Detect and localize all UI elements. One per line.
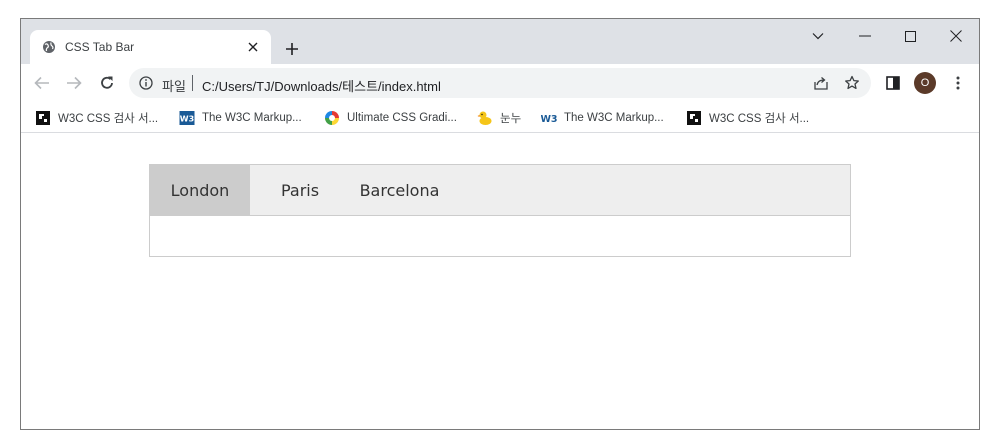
tab-bar-container: London Paris Barcelona (149, 164, 851, 257)
reload-icon[interactable] (96, 72, 118, 94)
bookmark-item[interactable]: W3C CSS 검사 서... (35, 109, 158, 127)
globe-icon (42, 40, 56, 54)
duck-icon (477, 110, 493, 126)
maximize-icon[interactable] (895, 25, 925, 47)
browser-window: CSS Tab Bar 파일 C:/Users/TJ/Downloads/테스트… (20, 18, 980, 430)
svg-text:W3: W3 (541, 114, 557, 125)
bookmark-item[interactable]: Ultimate CSS Gradi... (324, 109, 457, 127)
chevron-down-icon[interactable] (803, 25, 833, 47)
url-scheme-label: 파일 (162, 79, 186, 94)
bookmark-label: The W3C Markup... (564, 112, 664, 124)
forward-icon[interactable] (63, 72, 85, 94)
bookmark-label: The W3C Markup... (202, 112, 302, 124)
page-content: London Paris Barcelona (21, 134, 979, 429)
back-icon[interactable] (31, 72, 53, 94)
bookmark-item[interactable]: 눈누 (477, 109, 521, 127)
url-text[interactable]: C:/Users/TJ/Downloads/테스트/index.html (202, 76, 441, 95)
tab-strip: CSS Tab Bar (21, 19, 979, 64)
color-wheel-icon (324, 110, 340, 126)
bookmark-star-icon[interactable] (842, 73, 862, 93)
url-divider (192, 75, 193, 91)
new-tab-icon[interactable] (281, 38, 303, 60)
side-panel-icon[interactable] (882, 72, 904, 94)
close-tab-icon[interactable] (244, 38, 262, 56)
tab-title: CSS Tab Bar (65, 40, 135, 54)
puzzle-icon (686, 110, 702, 126)
puzzle-icon (35, 110, 51, 126)
info-icon[interactable] (139, 76, 153, 90)
bookmark-label: Ultimate CSS Gradi... (347, 112, 457, 124)
bookmark-label: W3C CSS 검사 서... (709, 113, 810, 125)
tab-barcelona[interactable]: Barcelona (346, 165, 453, 215)
tab-london[interactable]: London (150, 165, 250, 215)
w3c-icon: W3 (179, 110, 195, 126)
tab-paris[interactable]: Paris (250, 165, 350, 215)
address-bar[interactable]: 파일 C:/Users/TJ/Downloads/테스트/index.html (129, 68, 871, 98)
share-icon[interactable] (811, 73, 831, 93)
bookmark-item[interactable]: W3 The W3C Markup... (179, 109, 302, 127)
profile-avatar[interactable]: O (914, 72, 936, 94)
svg-text:W3: W3 (180, 115, 194, 124)
bookmark-label: W3C CSS 검사 서... (58, 113, 159, 125)
toolbar: 파일 C:/Users/TJ/Downloads/테스트/index.html (21, 64, 979, 102)
tab-bar: London Paris Barcelona (150, 165, 850, 216)
minimize-icon[interactable] (850, 25, 880, 47)
w3-icon: W3 (540, 110, 557, 126)
bookmark-item[interactable]: W3C CSS 검사 서... (686, 109, 809, 127)
bookmark-label: 눈누 (500, 113, 522, 125)
browser-tab[interactable]: CSS Tab Bar (30, 30, 271, 64)
bookmark-item[interactable]: W3 The W3C Markup... (540, 109, 664, 127)
close-icon[interactable] (941, 25, 971, 47)
more-menu-icon[interactable] (947, 72, 969, 94)
bookmarks-bar: W3C CSS 검사 서... W3 The W3C Markup... Ult… (21, 102, 979, 133)
